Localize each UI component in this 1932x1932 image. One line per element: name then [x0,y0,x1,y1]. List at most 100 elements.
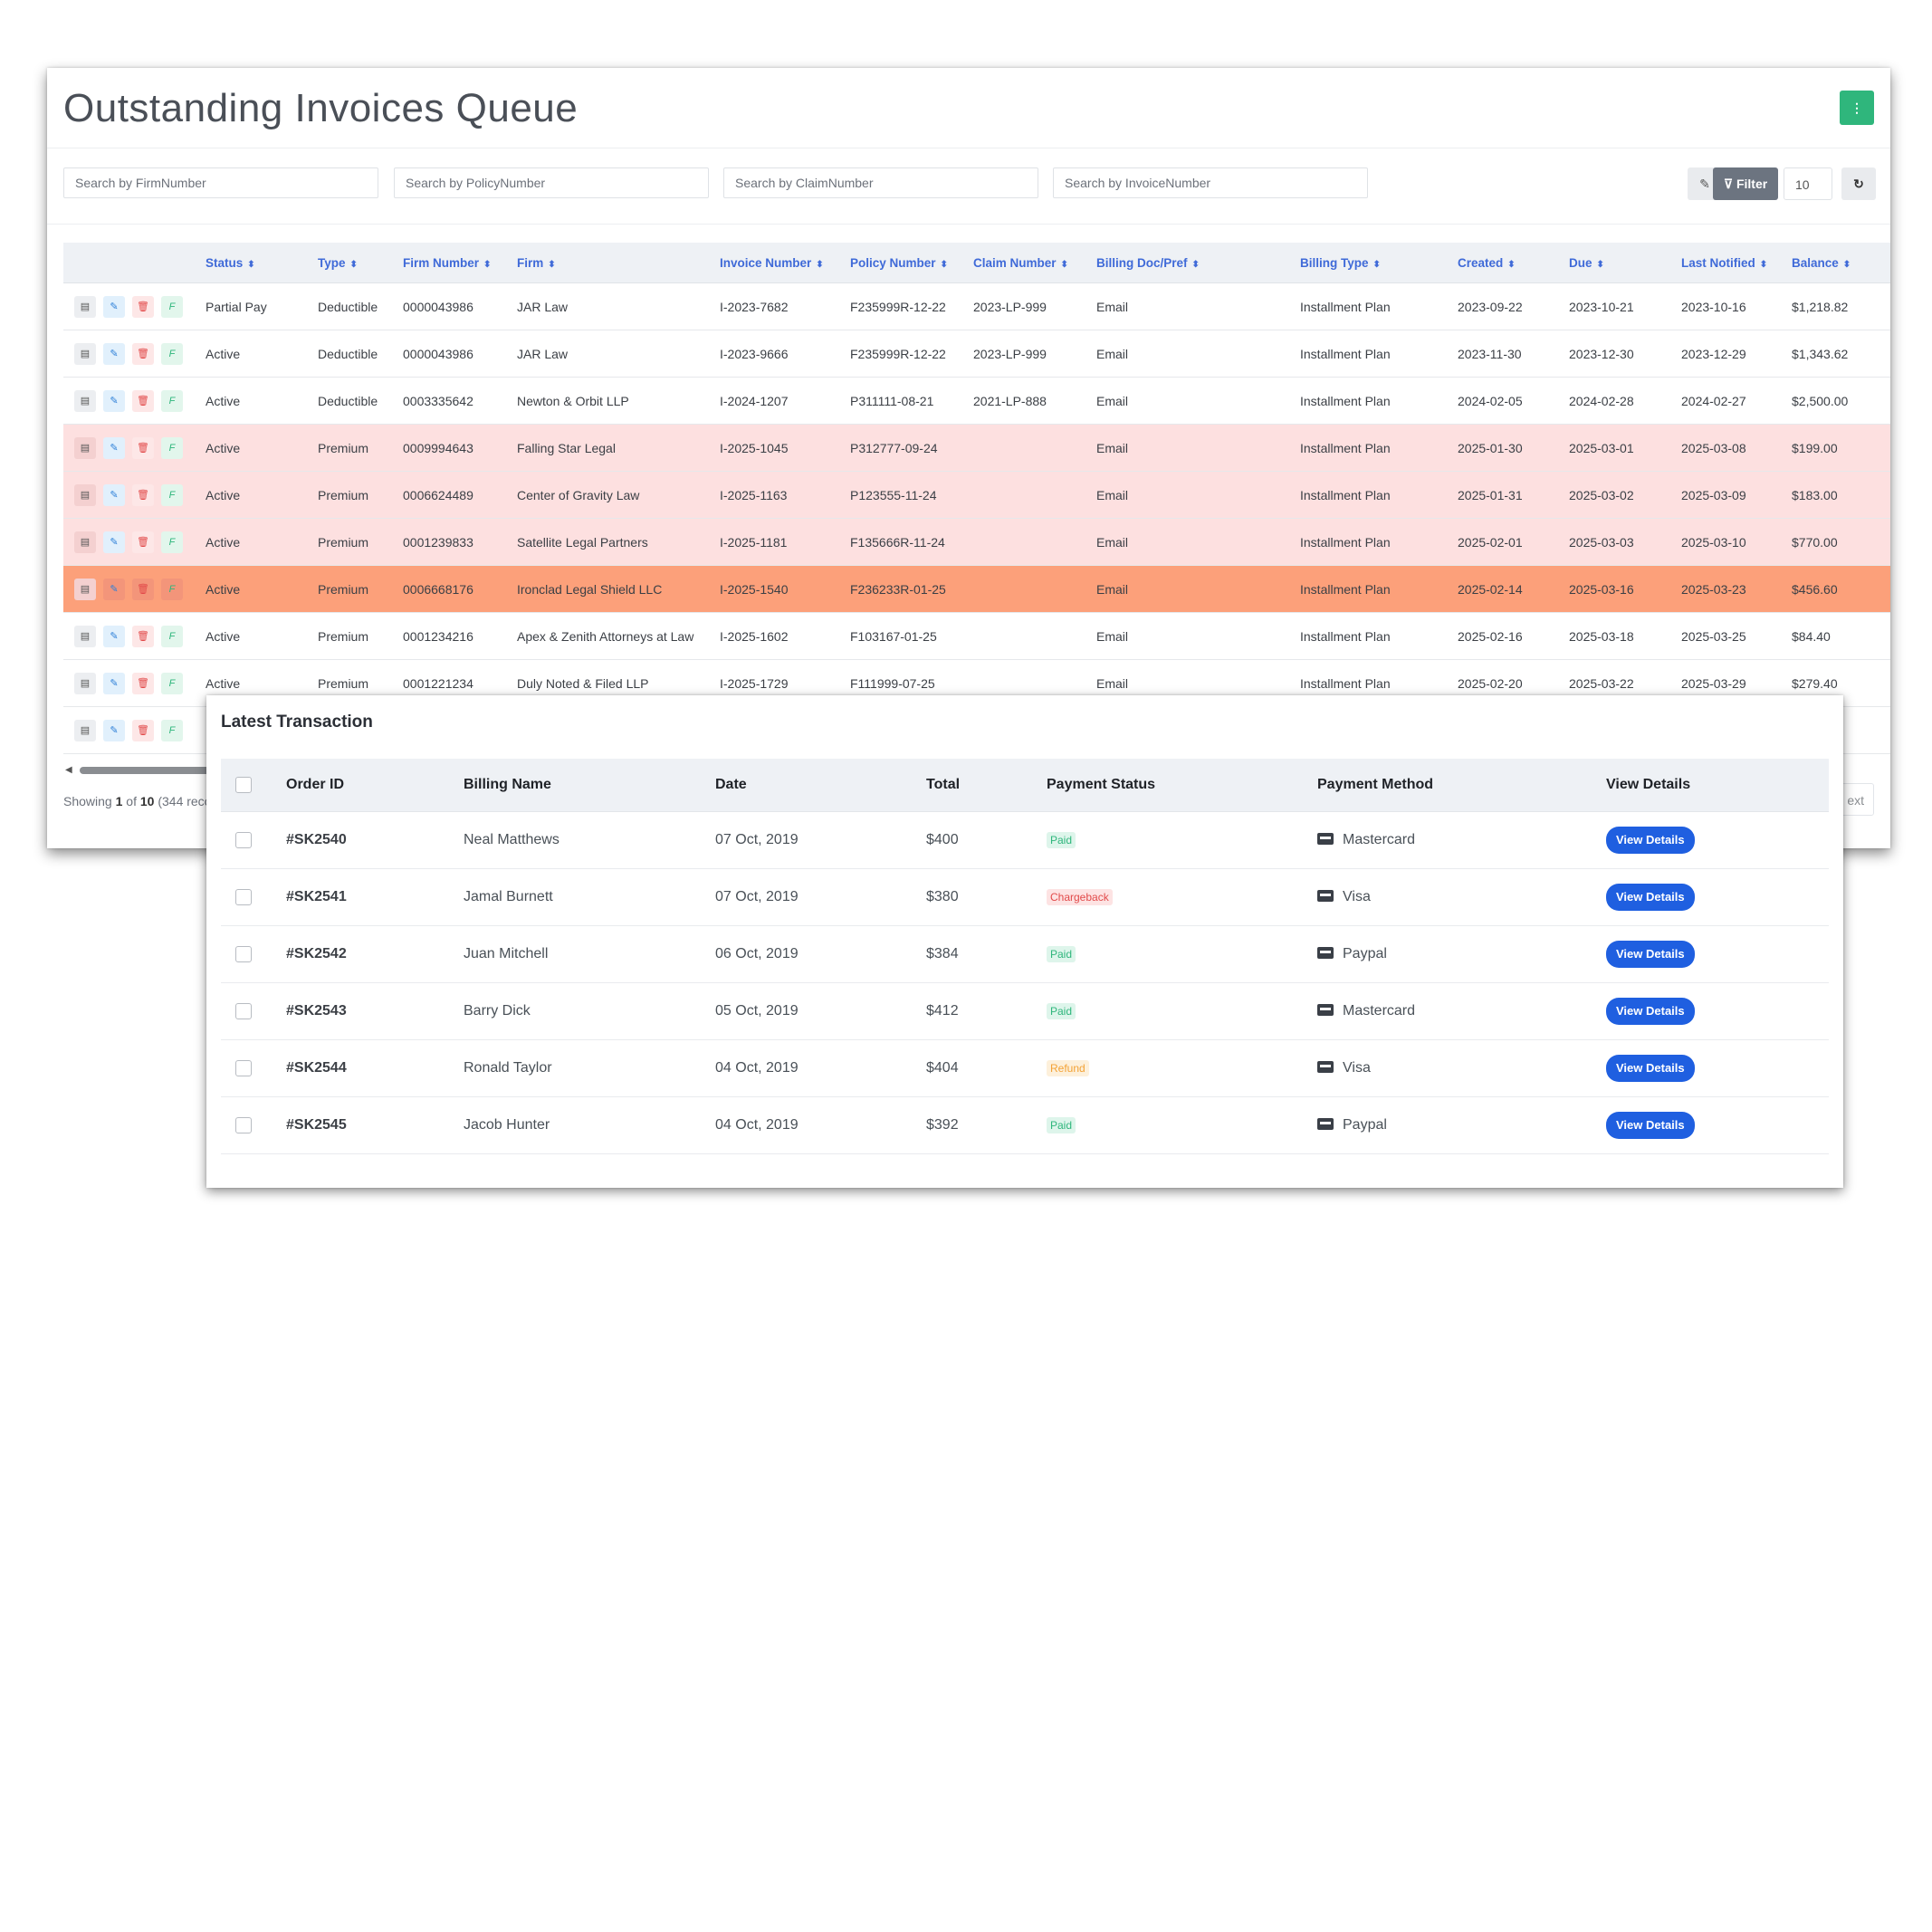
sort-icon[interactable]: ⬍ [548,260,555,270]
delete-button[interactable]: 🗑 [132,578,154,600]
edit-button[interactable]: ✎ [103,436,125,459]
more-options-button[interactable]: ⋮ [1840,91,1874,125]
column-header-created[interactable]: Created ⬍ [1458,243,1569,283]
delete-button[interactable]: 🗑 [132,531,154,553]
sort-icon[interactable]: ⬍ [816,260,823,270]
f-button[interactable]: F [161,389,183,412]
document-button[interactable]: ▤ [74,389,96,412]
row-checkbox[interactable] [235,1116,252,1133]
column-header-claim-number[interactable]: Claim Number ⬍ [973,243,1096,283]
view-details-button[interactable]: View Details [1606,1055,1695,1082]
column-header-last-notified[interactable]: Last Notified ⬍ [1681,243,1792,283]
filter-button[interactable]: ⊽ Filter [1713,167,1778,200]
column-header-status[interactable]: Status ⬍ [206,243,318,283]
sort-icon[interactable]: ⬍ [941,260,948,270]
document-button[interactable]: ▤ [74,342,96,365]
delete-button[interactable]: 🗑 [132,342,154,365]
edit-button[interactable]: ✎ [103,295,125,318]
row-checkbox[interactable] [235,1059,252,1076]
sort-icon[interactable]: ⬍ [1760,260,1767,270]
edit-button[interactable]: ✎ [103,719,125,741]
edit-button[interactable]: ✎ [103,672,125,694]
order-date: 04 Oct, 2019 [715,1039,926,1097]
row-checkbox[interactable] [235,945,252,962]
edit-icon: ✎ [110,677,119,689]
edit-button[interactable]: ✎ [103,578,125,600]
search-firm-number-input[interactable] [63,167,378,198]
f-button[interactable]: F [161,483,183,506]
f-button[interactable]: F [161,531,183,553]
edit-button[interactable]: ✎ [103,342,125,365]
column-header-invoice-number[interactable]: Invoice Number ⬍ [720,243,850,283]
delete-button[interactable]: 🗑 [132,483,154,506]
column-header-due[interactable]: Due ⬍ [1569,243,1681,283]
delete-button[interactable]: 🗑 [132,389,154,412]
column-header-payment-status: Payment Status [1047,759,1317,812]
search-policy-number-input[interactable] [394,167,709,198]
edit-button[interactable]: ✎ [103,625,125,647]
document-button[interactable]: ▤ [74,719,96,741]
sort-icon[interactable]: ⬍ [1373,260,1381,270]
column-header-billing-doc-pref[interactable]: Billing Doc/Pref ⬍ [1096,243,1300,283]
refresh-button[interactable]: ↻ [1841,167,1876,200]
f-button[interactable]: F [161,672,183,694]
delete-button[interactable]: 🗑 [132,719,154,741]
column-header-billing-type[interactable]: Billing Type ⬍ [1300,243,1458,283]
f-button[interactable]: F [161,342,183,365]
column-header-firm-number[interactable]: Firm Number ⬍ [403,243,517,283]
edit-button[interactable]: ✎ [103,483,125,506]
document-button[interactable]: ▤ [74,672,96,694]
select-all-checkbox[interactable] [235,776,252,793]
sort-icon[interactable]: ⬍ [350,260,358,270]
search-claim-number-input[interactable] [723,167,1038,198]
f-button[interactable]: F [161,625,183,647]
edit-icon: ✎ [110,442,119,454]
delete-button[interactable]: 🗑 [132,436,154,459]
view-details-button[interactable]: View Details [1606,884,1695,911]
sort-icon[interactable]: ⬍ [247,260,254,270]
view-details-button[interactable]: View Details [1606,827,1695,854]
sort-icon[interactable]: ⬍ [1843,260,1851,270]
cell-billing-type: Installment Plan [1300,424,1458,472]
row-checkbox[interactable] [235,888,252,905]
delete-button[interactable]: 🗑 [132,672,154,694]
edit-icon: ✎ [110,301,119,312]
document-button[interactable]: ▤ [74,625,96,647]
f-button[interactable]: F [161,719,183,741]
document-button[interactable]: ▤ [74,578,96,600]
column-header-balance[interactable]: Balance ⬍ [1792,243,1890,283]
sort-icon[interactable]: ⬍ [483,260,491,270]
document-button[interactable]: ▤ [74,295,96,318]
delete-button[interactable]: 🗑 [132,625,154,647]
sort-icon[interactable]: ⬍ [1061,260,1068,270]
document-icon: ▤ [80,724,91,736]
sort-icon[interactable]: ⬍ [1597,260,1604,270]
document-button[interactable]: ▤ [74,483,96,506]
sort-icon[interactable]: ⬍ [1507,260,1515,270]
column-header-policy-number[interactable]: Policy Number ⬍ [850,243,973,283]
scroll-left-icon[interactable]: ◀ [65,765,72,775]
delete-button[interactable]: 🗑 [132,295,154,318]
edit-button[interactable]: ✎ [103,531,125,553]
column-header-type[interactable]: Type ⬍ [318,243,403,283]
column-header-firm[interactable]: Firm ⬍ [517,243,720,283]
f-icon: F [168,536,176,548]
row-checkbox[interactable] [235,1002,252,1019]
view-details-button[interactable]: View Details [1606,998,1695,1025]
sort-icon[interactable]: ⬍ [1192,260,1200,270]
view-details-button[interactable]: View Details [1606,1112,1695,1139]
edit-icon: ✎ [110,348,119,359]
column-header-label: Status [206,255,244,270]
table-row: #SK2545 Jacob Hunter 04 Oct, 2019 $392 Paid P… [221,1096,1829,1154]
search-invoice-number-input[interactable] [1053,167,1368,198]
page-size-input[interactable]: 10 [1784,167,1832,200]
row-checkbox[interactable] [235,831,252,848]
cell-due: 2025-03-03 [1569,518,1681,566]
edit-button[interactable]: ✎ [103,389,125,412]
document-button[interactable]: ▤ [74,436,96,459]
f-button[interactable]: F [161,436,183,459]
document-button[interactable]: ▤ [74,531,96,553]
view-details-button[interactable]: View Details [1606,941,1695,968]
f-button[interactable]: F [161,578,183,600]
f-button[interactable]: F [161,295,183,318]
